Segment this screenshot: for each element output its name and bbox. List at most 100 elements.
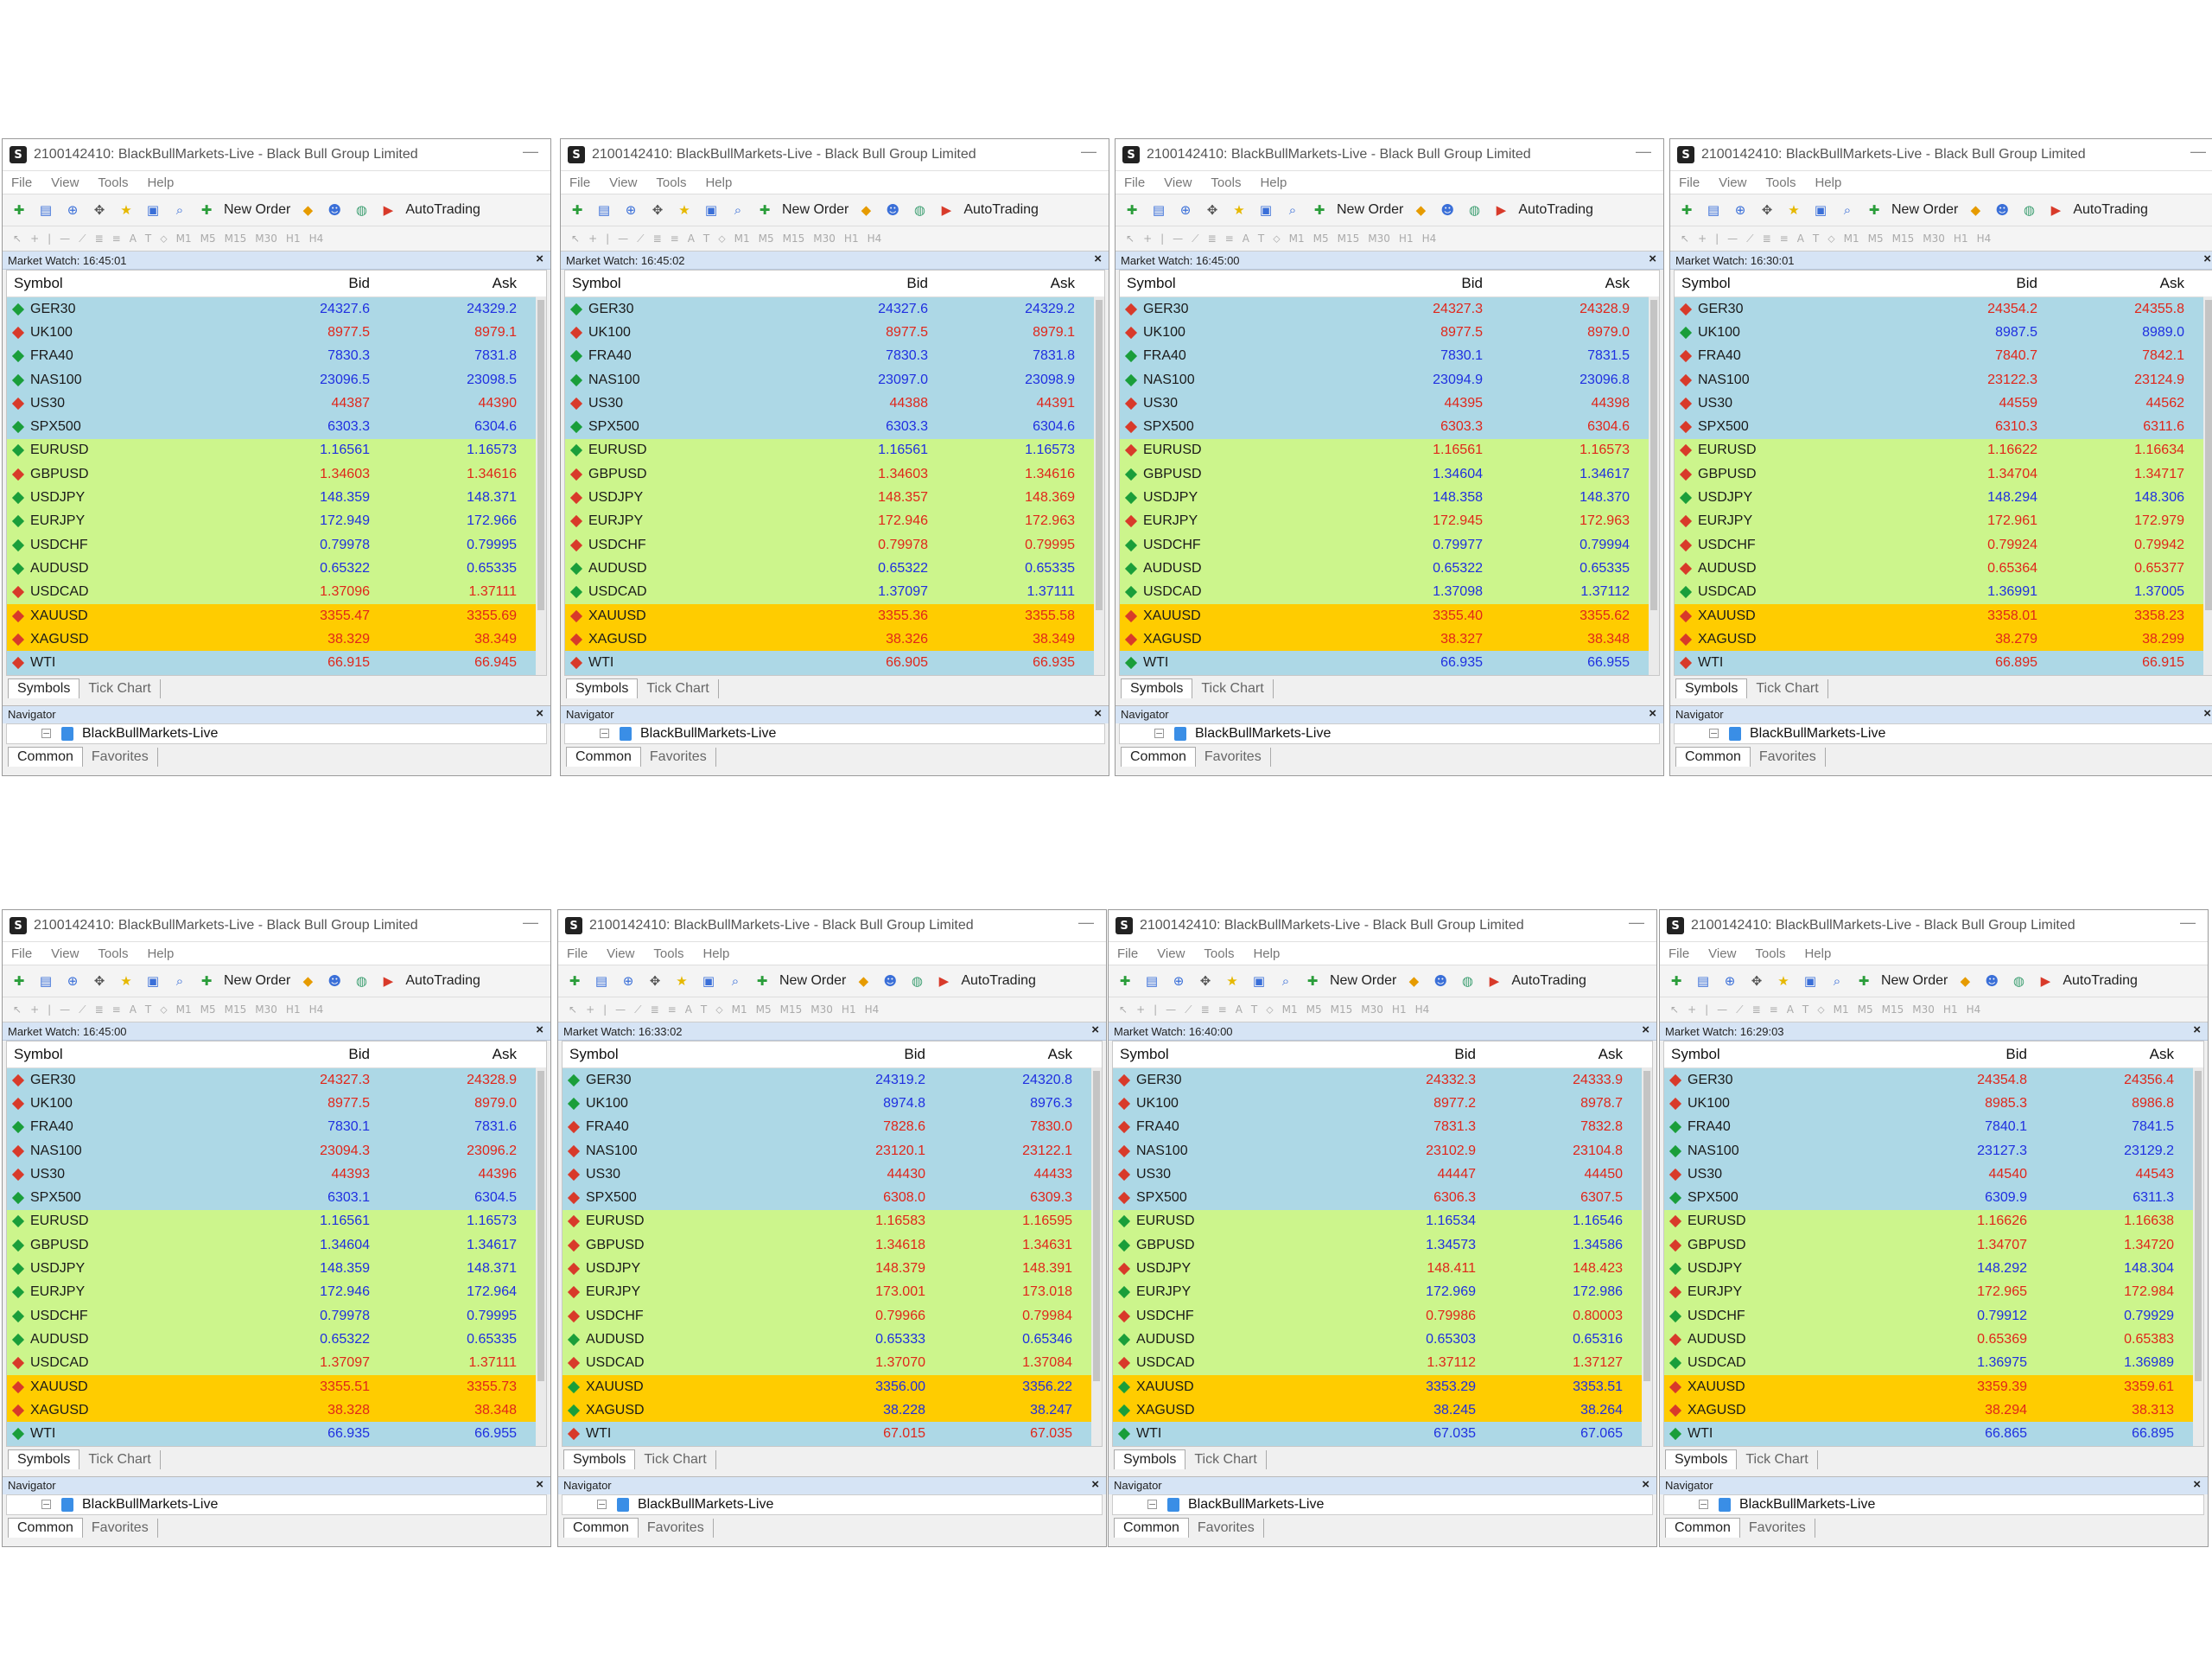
menu-item-file[interactable]: File	[1679, 175, 1700, 190]
crosshair-tool-icon[interactable]: +	[1688, 1003, 1696, 1016]
tab-symbols[interactable]: Symbols	[1675, 678, 1748, 698]
zoom-icon[interactable]: ⌕	[1283, 201, 1302, 220]
text-tool-icon[interactable]: A	[1787, 1003, 1794, 1016]
line-tool-icon[interactable]: |	[603, 1003, 607, 1016]
table-row[interactable]: USDCAD 1.37098 1.37112	[1120, 580, 1659, 604]
tab-common[interactable]: Common	[563, 1517, 639, 1538]
autotrading-icon[interactable]: ▶	[2036, 971, 2055, 991]
new-chart-icon[interactable]: ✚	[565, 971, 584, 991]
timeframe-m30[interactable]: M30	[1368, 233, 1390, 245]
hline-tool-icon[interactable]: —	[1727, 233, 1738, 245]
table-row[interactable]: NAS100 23120.1 23122.1	[563, 1138, 1102, 1163]
timeframe-m5[interactable]: M5	[756, 1003, 772, 1016]
table-row[interactable]: USDJPY 148.357 148.369	[565, 486, 1104, 510]
minimize-button[interactable]: —	[2180, 914, 2196, 932]
fib-tool-icon[interactable]: ≡	[1780, 233, 1789, 245]
tab-common[interactable]: Common	[1675, 746, 1751, 767]
timeframe-m15[interactable]: M15	[1882, 1003, 1904, 1016]
chart-zoom-icon[interactable]: ⊕	[1731, 201, 1750, 220]
table-row[interactable]: EURJPY 172.945 172.963	[1120, 509, 1659, 533]
profiles-icon[interactable]: ▤	[592, 971, 611, 991]
chart-zoom-icon[interactable]: ⊕	[63, 971, 82, 991]
table-row[interactable]: UK100 8987.5 8989.0	[1675, 321, 2212, 345]
table-row[interactable]: GER30 24327.3 24328.9	[1120, 297, 1659, 322]
scrollbar-thumb[interactable]	[1096, 300, 1103, 610]
table-row[interactable]: AUDUSD 0.65333 0.65346	[563, 1328, 1102, 1352]
chart-window-icon[interactable]: ▣	[143, 201, 162, 220]
tab-favorites[interactable]: Favorites	[83, 1518, 158, 1538]
timeframe-h1[interactable]: H1	[286, 1003, 301, 1016]
tab-symbols[interactable]: Symbols	[8, 678, 80, 698]
new-order-button[interactable]: New Order	[782, 202, 849, 218]
table-row[interactable]: EURUSD 1.16626 1.16638	[1664, 1209, 2203, 1234]
menu-item-view[interactable]: View	[1719, 175, 1746, 190]
channel-tool-icon[interactable]: ≣	[1763, 233, 1771, 245]
table-row[interactable]: AUDUSD 0.65364 0.65377	[1675, 557, 2212, 581]
hline-tool-icon[interactable]: —	[615, 1003, 626, 1016]
table-row[interactable]: XAGUSD 38.228 38.247	[563, 1398, 1102, 1423]
crosshair-icon[interactable]: ✥	[1196, 971, 1215, 991]
label-tool-icon[interactable]: T	[703, 233, 709, 245]
tab-favorites[interactable]: Favorites	[1751, 747, 1826, 767]
table-row[interactable]: FRA40 7830.3 7831.8	[7, 344, 546, 368]
cursor-icon[interactable]: ↖	[1119, 1003, 1128, 1016]
menu-item-help[interactable]: Help	[1260, 175, 1287, 190]
table-row[interactable]: NAS100 23097.0 23098.9	[565, 367, 1104, 392]
table-row[interactable]: FRA40 7840.7 7842.1	[1675, 344, 2212, 368]
line-tool-icon[interactable]: |	[48, 1003, 51, 1016]
table-row[interactable]: FRA40 7828.6 7830.0	[563, 1115, 1102, 1139]
tab-favorites[interactable]: Favorites	[1196, 747, 1271, 767]
table-row[interactable]: UK100 8977.2 8978.7	[1113, 1092, 1652, 1116]
zoom-icon[interactable]: ⌕	[726, 971, 745, 991]
market-watch-close-button[interactable]: ×	[2203, 252, 2211, 266]
line-tool-icon[interactable]: |	[1715, 233, 1719, 245]
shapes-tool-icon[interactable]: ⬦	[160, 233, 167, 245]
tree-collapse-icon[interactable]: −	[1147, 1500, 1157, 1510]
fib-tool-icon[interactable]: ≡	[668, 1003, 677, 1016]
table-row[interactable]: XAUUSD 3356.00 3356.22	[563, 1374, 1102, 1399]
shapes-tool-icon[interactable]: ⬦	[1266, 1003, 1273, 1016]
scrollbar-thumb[interactable]	[537, 300, 544, 610]
timeframe-m1[interactable]: M1	[176, 233, 192, 245]
table-row[interactable]: NAS100 23122.3 23124.9	[1675, 367, 2212, 392]
menu-item-tools[interactable]: Tools	[653, 946, 683, 961]
shapes-tool-icon[interactable]: ⬦	[160, 1003, 167, 1016]
tab-symbols[interactable]: Symbols	[1665, 1449, 1738, 1469]
new-order-icon[interactable]: ✚	[197, 201, 216, 220]
table-row[interactable]: SPX500 6303.1 6304.5	[7, 1186, 546, 1210]
table-row[interactable]: UK100 8985.3 8986.8	[1664, 1092, 2203, 1116]
chart-window-icon[interactable]: ▣	[1801, 971, 1820, 991]
tab-favorites[interactable]: Favorites	[83, 747, 158, 767]
hline-tool-icon[interactable]: —	[60, 1003, 70, 1016]
table-row[interactable]: GER30 24327.3 24328.9	[7, 1068, 546, 1092]
navigator-close-button[interactable]: ×	[2193, 1477, 2201, 1492]
channel-tool-icon[interactable]: ≣	[95, 1003, 104, 1016]
tab-common[interactable]: Common	[1114, 1517, 1189, 1538]
autotrading-button[interactable]: AutoTrading	[2073, 202, 2148, 218]
menu-item-tools[interactable]: Tools	[98, 175, 128, 190]
autotrading-icon[interactable]: ▶	[2046, 201, 2065, 220]
timeframe-m15[interactable]: M15	[1338, 233, 1360, 245]
table-row[interactable]: NAS100 23096.5 23098.5	[7, 367, 546, 392]
new-order-button[interactable]: New Order	[224, 973, 290, 989]
fib-tool-icon[interactable]: ≡	[1770, 1003, 1778, 1016]
table-row[interactable]: US30 44388 44391	[565, 392, 1104, 416]
timeframe-m1[interactable]: M1	[1282, 1003, 1298, 1016]
column-symbol[interactable]: Symbol	[563, 1046, 787, 1063]
new-order-icon[interactable]: ✚	[753, 971, 772, 991]
favorites-icon[interactable]: ★	[672, 971, 691, 991]
menu-item-view[interactable]: View	[51, 946, 79, 961]
vertical-scrollbar[interactable]	[536, 296, 546, 675]
vertical-scrollbar[interactable]	[1091, 1067, 1102, 1446]
column-symbol[interactable]: Symbol	[7, 275, 232, 292]
table-row[interactable]: FRA40 7830.1 7831.6	[7, 1115, 546, 1139]
table-row[interactable]: USDCHF 0.79986 0.80003	[1113, 1303, 1652, 1328]
tab-common[interactable]: Common	[566, 746, 641, 767]
column-symbol[interactable]: Symbol	[7, 1046, 232, 1063]
trend-tool-icon[interactable]: ⟋	[637, 233, 644, 245]
chart-zoom-icon[interactable]: ⊕	[1169, 971, 1188, 991]
trend-tool-icon[interactable]: ⟋	[1185, 1003, 1192, 1016]
fib-tool-icon[interactable]: ≡	[112, 233, 121, 245]
crosshair-tool-icon[interactable]: +	[30, 1003, 39, 1016]
tab-tick-chart[interactable]: Tick Chart	[1185, 1449, 1267, 1469]
